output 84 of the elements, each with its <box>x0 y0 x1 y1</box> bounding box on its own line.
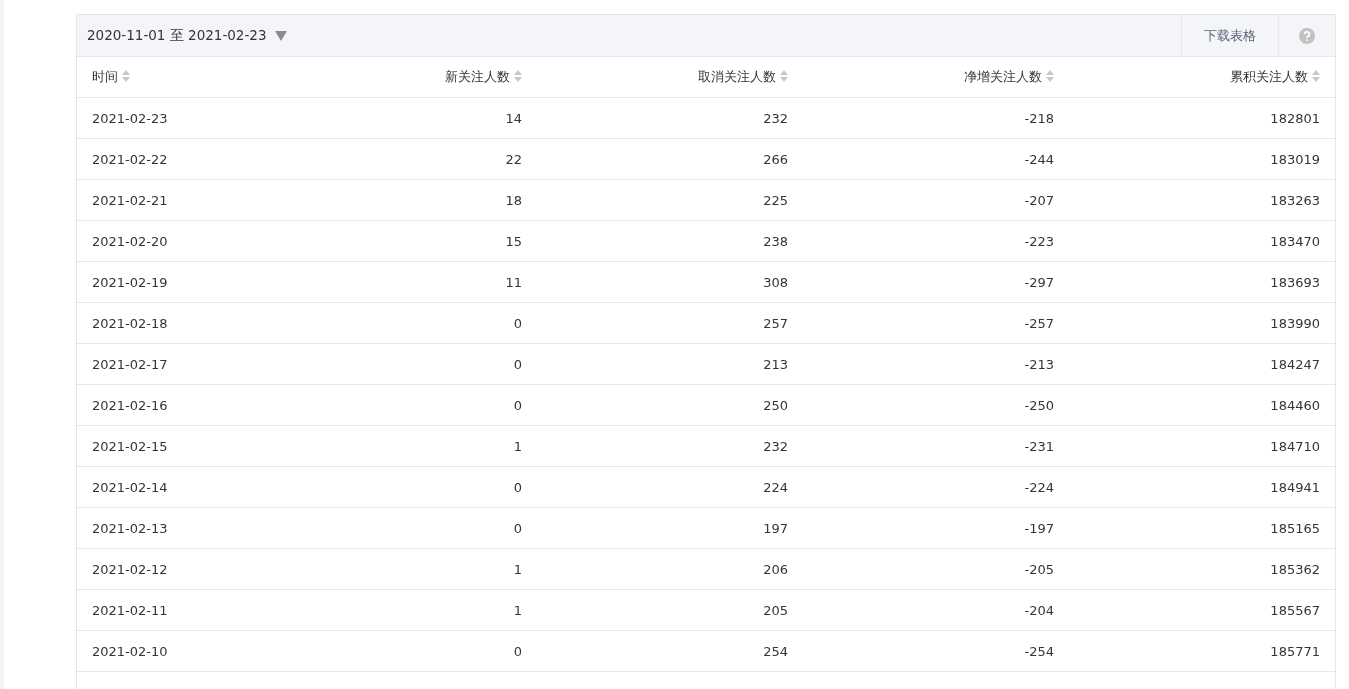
table-cell: 2021-02-21 <box>77 179 271 221</box>
table-cell: 11 <box>271 261 537 303</box>
table-cell: -207 <box>803 179 1069 221</box>
table-cell: 0 <box>271 630 537 672</box>
column-header[interactable]: 时间 <box>77 57 271 98</box>
table-cell: 183263 <box>1069 179 1335 221</box>
table-cell: -218 <box>803 97 1069 139</box>
table-cell: 2021-02-20 <box>77 220 271 262</box>
table-cell: 238 <box>537 220 803 262</box>
table-cell: -223 <box>803 220 1069 262</box>
table-cell: 2021-02-23 <box>77 97 271 139</box>
table-cell: 0 <box>271 343 537 385</box>
table-cell: 213 <box>537 343 803 385</box>
table-cell: 224 <box>537 466 803 508</box>
table-cell: 0 <box>271 507 537 549</box>
table-cell: 2021-02-17 <box>77 343 271 385</box>
table-cell: 266 <box>537 138 803 180</box>
table-cell: 15 <box>271 220 537 262</box>
table-cell: 18 <box>271 179 537 221</box>
table-cell: 2021-02-14 <box>77 466 271 508</box>
column-header[interactable]: 净增关注人数 <box>803 57 1069 98</box>
table-cell: 2021-02-22 <box>77 138 271 180</box>
table-cell: 184710 <box>1069 425 1335 467</box>
download-table-button[interactable]: 下载表格 <box>1181 15 1278 56</box>
table-cell: 257 <box>537 302 803 344</box>
table-cell: 232 <box>537 425 803 467</box>
table-cell: -244 <box>803 138 1069 180</box>
sort-icon <box>1046 70 1054 82</box>
column-header[interactable]: 累积关注人数 <box>1069 57 1335 98</box>
table-cell: 2021-02-10 <box>77 630 271 672</box>
table-cell: 2021-02-11 <box>77 589 271 631</box>
table-cell: 2021-02-19 <box>77 261 271 303</box>
table-cell: 2021-02-15 <box>77 425 271 467</box>
table-cell: 1 <box>271 589 537 631</box>
table-cell: 184941 <box>1069 466 1335 508</box>
table-cell: 254 <box>537 630 803 672</box>
sort-icon <box>780 70 788 82</box>
table-cell: -257 <box>803 302 1069 344</box>
table-cell: 225 <box>537 179 803 221</box>
table-cell: 308 <box>537 261 803 303</box>
table-cell: 185165 <box>1069 507 1335 549</box>
help-icon[interactable] <box>1299 27 1315 44</box>
table-cell: -254 <box>803 630 1069 672</box>
table-cell: -213 <box>803 343 1069 385</box>
table-cell: -250 <box>803 384 1069 426</box>
table-cell: 185771 <box>1069 630 1335 672</box>
table-cell: 183990 <box>1069 302 1335 344</box>
table-cell: 0 <box>271 384 537 426</box>
table-cell: 232 <box>537 97 803 139</box>
table-cell: -231 <box>803 425 1069 467</box>
table-cell: 185567 <box>1069 589 1335 631</box>
table-cell: 205 <box>537 589 803 631</box>
table-cell: 197 <box>537 507 803 549</box>
table-cell: 22 <box>271 138 537 180</box>
column-header[interactable]: 取消关注人数 <box>537 57 803 98</box>
table-cell: 250 <box>537 384 803 426</box>
table-cell: 183693 <box>1069 261 1335 303</box>
table-cell: -204 <box>803 589 1069 631</box>
table-cell: 0 <box>271 302 537 344</box>
date-range-dropdown[interactable]: 2020-11-01 至 2021-02-23 <box>77 15 297 56</box>
sort-icon <box>1312 70 1320 82</box>
table-cell: 14 <box>271 97 537 139</box>
table-cell: 183470 <box>1069 220 1335 262</box>
caret-icon <box>274 30 287 41</box>
table-cell: 206 <box>537 548 803 590</box>
sort-icon <box>514 70 522 82</box>
table-cell: 2021-02-12 <box>77 548 271 590</box>
table-cell: 2021-02-18 <box>77 302 271 344</box>
column-header[interactable]: 新关注人数 <box>271 57 537 98</box>
table-cell: 185362 <box>1069 548 1335 590</box>
sort-icon <box>122 70 130 82</box>
table-cell: -197 <box>803 507 1069 549</box>
table-cell: -297 <box>803 261 1069 303</box>
table-cell: 1 <box>271 548 537 590</box>
table-cell: 182801 <box>1069 97 1335 139</box>
table-cell: 1 <box>271 425 537 467</box>
table-cell: 184460 <box>1069 384 1335 426</box>
table-cell: 183019 <box>1069 138 1335 180</box>
table-cell: 0 <box>271 466 537 508</box>
table-cell: 184247 <box>1069 343 1335 385</box>
table-cell: -205 <box>803 548 1069 590</box>
table-cell: 2021-02-16 <box>77 384 271 426</box>
table-cell: -224 <box>803 466 1069 508</box>
table-cell: 2021-02-13 <box>77 507 271 549</box>
